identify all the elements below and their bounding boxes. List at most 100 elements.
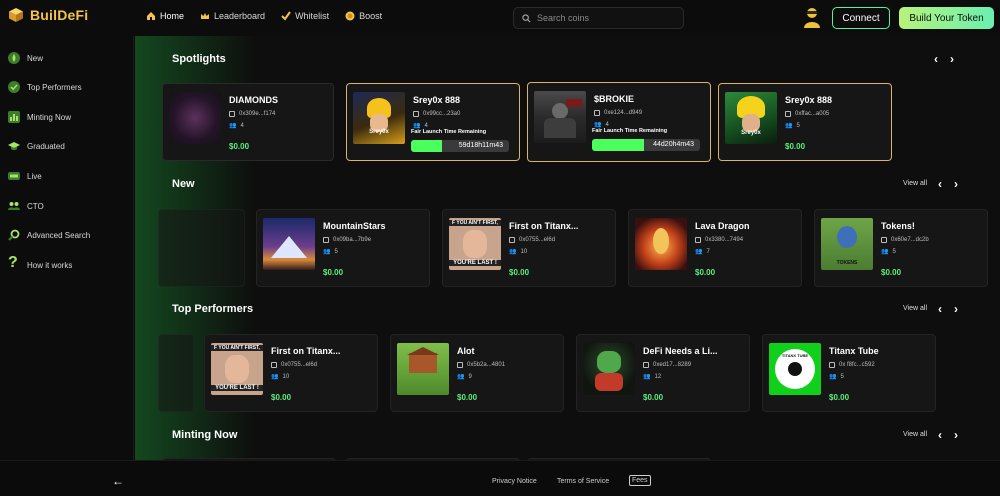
fair-launch-label: Fair Launch Time Remaining [411,129,487,135]
token-image: TITANX TUBE [769,343,821,395]
token-card-faded[interactable] [158,334,194,412]
holders-count: 10 [520,248,528,255]
connect-button[interactable]: Connect [832,7,890,29]
token-image: F YOU AIN'T FIRST, YOU'RE LAST ! [211,343,263,395]
bar-chart-icon [8,111,20,123]
chevron-right-icon[interactable]: › [954,177,958,191]
address-text: 0xe124...d949 [604,110,643,116]
build-token-button[interactable]: Build Your Token [899,7,994,29]
token-price: $0.00 [695,268,716,277]
token-name: Titanx Tube [829,346,879,356]
token-price: $0.00 [829,393,850,402]
sidebar-item-how-it-works[interactable]: ? How it works [8,255,72,273]
nav-home[interactable]: Home [146,11,184,21]
chevron-left-icon[interactable]: ‹ [934,52,938,66]
token-card[interactable]: F YOU AIN'T FIRST, YOU'RE LAST ! First o… [204,334,378,412]
back-arrow-icon[interactable]: ← [112,474,124,488]
token-name: First on Titanx... [509,221,579,231]
token-image [397,343,449,395]
spotlight-card[interactable]: Srey0x Srey0x 888 0xffac...a005 👥 5 $0.00 [718,83,892,161]
holders-count: 10 [282,373,290,380]
token-card[interactable]: TOKENS Tokens! 0x60e7...dc2b 👥 5 $0.00 [814,209,988,287]
meme-bottom-text: YOU'RE LAST ! [449,260,501,266]
token-card[interactable]: F YOU AIN'T FIRST, YOU'RE LAST ! First o… [442,209,616,287]
token-card[interactable]: TITANX TUBE Titanx Tube 0x f8fc...c592 👥… [762,334,936,412]
token-image: Srey0x [725,92,777,144]
holders-count: 4 [240,122,244,129]
terms-link[interactable]: Terms of Service [557,478,609,485]
address-text: 0xed17...8289 [653,362,692,368]
spotlight-card[interactable]: Srey0x Srey0x 888 0x99cc...23a0 👥 4 Fair … [346,83,520,161]
main-content: Spotlights ‹ › DIAMONDS 0x309e...f174 👥 4… [135,36,1000,460]
users-icon [8,202,20,210]
chevron-left-icon[interactable]: ‹ [938,428,942,442]
token-card[interactable]: Lava Dragon 0x3380...7494 👥 7 $0.00 [628,209,802,287]
sidebar-item-new[interactable]: New [8,52,43,64]
launch-timer: 59d18h11m43 [411,140,509,152]
nav-boost-label: Boost [359,11,383,21]
search-bar[interactable] [513,7,684,29]
view-all-link[interactable]: View all [903,431,927,438]
top-bar: BuilDeFi Home Leaderboard Whitelist Boos… [0,0,1000,36]
token-name: Srey0x 888 [413,95,461,105]
nav-boost[interactable]: Boost [345,11,382,21]
token-price: $0.00 [323,268,344,277]
meme-top-text: F YOU AIN'T FIRST, [211,345,263,351]
chevron-right-icon[interactable]: › [954,428,958,442]
nav-leaderboard[interactable]: Leaderboard [200,11,265,21]
cube-logo-icon [9,8,23,22]
spotlight-card[interactable]: $BROKIE 0xe124...d949 👥 4 Fair Launch Tim… [527,82,711,162]
roof-shape [407,347,439,355]
chevron-left-icon[interactable]: ‹ [938,302,942,316]
token-card-faded[interactable] [158,209,245,287]
token-name: MountainStars [323,221,386,231]
spotlight-arrows: ‹ › [934,52,954,66]
section-title-spotlights: Spotlights [172,53,226,65]
chevron-left-icon[interactable]: ‹ [938,177,942,191]
logo[interactable]: BuilDeFi [8,7,88,23]
doc-icon [413,111,419,117]
sidebar: New Top Performers Minting Now Graduated… [0,36,134,496]
address-text: 0x99cc...23a0 [423,111,461,117]
sidebar-item-cto[interactable]: CTO [8,200,44,212]
avatar[interactable] [802,7,822,29]
section-title-top-performers: Top Performers [172,303,254,315]
token-card[interactable]: Alot 0x5b2a...4801 👥 9 $0.00 [390,334,564,412]
spotlight-card[interactable]: DIAMONDS 0x309e...f174 👥 4 $0.00 [162,83,334,161]
sidebar-item-minting-now[interactable]: Minting Now [8,111,71,123]
token-name: DeFi Needs a Li... [643,346,718,356]
sidebar-item-label: Graduated [27,141,65,151]
fees-link[interactable]: Fees [629,475,651,486]
chevron-right-icon[interactable]: › [950,52,954,66]
main-nav: Home Leaderboard Whitelist Boost [146,11,382,21]
token-holders: 👥 4 [594,121,609,129]
sidebar-item-live[interactable]: Live [8,170,42,182]
holders-count: 12 [654,373,662,380]
holders-icon: 👥 [457,374,465,380]
holders-count: 7 [706,248,710,255]
token-holders: 👥 10 [271,373,290,381]
new-arrows: ‹ › [938,177,958,191]
search-input[interactable] [537,13,677,23]
check-circle-icon [8,81,20,93]
token-image [583,343,635,395]
token-card[interactable]: DeFi Needs a Li... 0xed17...8289 👥 12 $0.… [576,334,750,412]
view-all-link[interactable]: View all [903,180,927,187]
search-icon [522,13,531,22]
privacy-link[interactable]: Privacy Notice [492,478,537,485]
token-card[interactable]: MountainStars 0x09ba...7b9e 👥 5 $0.00 [256,209,430,287]
holders-count: 9 [468,373,472,380]
sidebar-item-graduated[interactable]: Graduated [8,140,65,152]
character-body [544,118,576,138]
flame-icon [8,52,20,64]
nav-whitelist[interactable]: Whitelist [281,11,329,21]
doc-icon [829,362,835,368]
sidebar-item-label: Live [27,171,42,181]
sidebar-item-advanced-search[interactable]: Advanced Search [8,229,90,241]
character-face [225,355,249,383]
chevron-right-icon[interactable]: › [954,302,958,316]
sidebar-item-top-performers[interactable]: Top Performers [8,81,82,93]
token-price: $0.00 [457,393,478,402]
check-icon [281,11,291,21]
view-all-link[interactable]: View all [903,305,927,312]
